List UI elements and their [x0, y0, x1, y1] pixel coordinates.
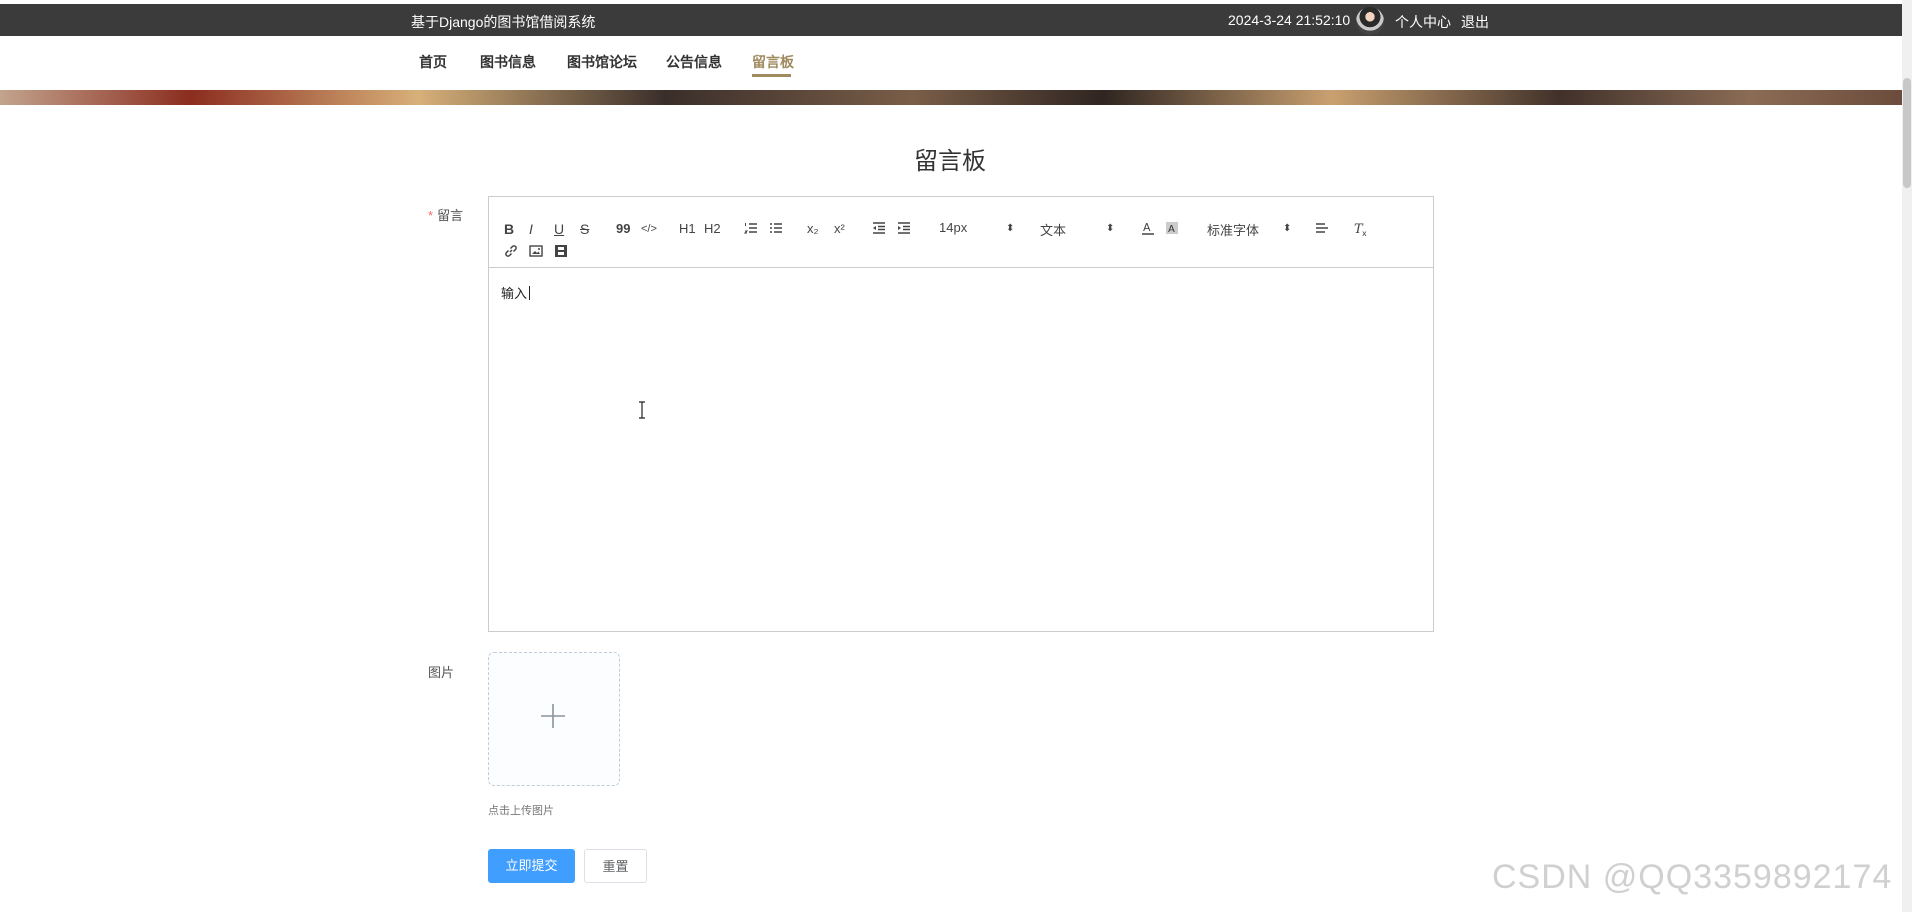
- required-mark: *: [428, 208, 434, 223]
- superscript-icon[interactable]: x²: [834, 221, 845, 237]
- link-icon[interactable]: [504, 244, 518, 258]
- reset-button[interactable]: 重置: [584, 849, 647, 883]
- header-picker[interactable]: 文本: [1040, 220, 1066, 239]
- font-size-picker[interactable]: 14px: [939, 220, 967, 235]
- scrollbar-thumb[interactable]: [1903, 78, 1911, 188]
- nav-item-home[interactable]: 首页: [419, 52, 447, 72]
- upload-hint: 点击上传图片: [488, 805, 554, 817]
- nav-item-forum[interactable]: 图书馆论坛: [567, 52, 637, 72]
- rich-text-editor: B I U S 99 </> H1 H2 x₂ x² 14px ⬍ 文本 ⬍ A…: [488, 196, 1434, 632]
- editor-toolbar: B I U S 99 </> H1 H2 x₂ x² 14px ⬍ 文本 ⬍ A…: [489, 211, 1433, 268]
- editor-content[interactable]: 输入: [501, 283, 531, 302]
- outdent-icon[interactable]: [872, 221, 886, 235]
- bullet-list-icon[interactable]: [769, 221, 783, 235]
- image-label: 图片: [428, 665, 455, 680]
- subscript-icon[interactable]: x₂: [807, 221, 819, 237]
- nav-item-notices[interactable]: 公告信息: [666, 52, 722, 72]
- font-family-picker[interactable]: 标准字体: [1207, 220, 1259, 239]
- bold-icon[interactable]: B: [504, 221, 514, 237]
- underline-icon[interactable]: U: [554, 221, 564, 237]
- italic-icon[interactable]: I: [529, 221, 533, 237]
- font-size-caret-icon: ⬍: [1006, 223, 1015, 234]
- nav-item-books[interactable]: 图书信息: [480, 52, 536, 72]
- message-label: * 留言: [428, 205, 463, 224]
- svg-text:A: A: [1143, 221, 1151, 234]
- ordered-list-icon[interactable]: [744, 221, 758, 235]
- image-icon[interactable]: [529, 244, 543, 258]
- svg-text:A: A: [1168, 224, 1175, 235]
- image-upload-box[interactable]: [488, 652, 620, 786]
- top-bar: 基于Django的图书馆借阅系统 2024-3-24 21:52:10 个人中心…: [0, 4, 1902, 36]
- logout-link[interactable]: 退出: [1461, 12, 1489, 32]
- text-caret: [529, 286, 531, 300]
- editor-text: 输入: [501, 286, 528, 301]
- plus-icon: [541, 704, 565, 728]
- ibeam-cursor-icon: [639, 401, 645, 419]
- clear-format-icon[interactable]: Tx: [1353, 221, 1369, 237]
- submit-button[interactable]: 立即提交: [488, 849, 575, 883]
- nav-active-indicator: [752, 74, 791, 77]
- watermark-text: CSDN @QQ3359892174: [1492, 858, 1893, 896]
- font-family-caret-icon: ⬍: [1283, 223, 1292, 234]
- header-caret-icon: ⬍: [1106, 223, 1115, 234]
- code-icon[interactable]: </>: [641, 221, 657, 237]
- nav-item-message-board[interactable]: 留言板: [752, 52, 794, 72]
- user-center-link[interactable]: 个人中心: [1395, 12, 1451, 32]
- indent-icon[interactable]: [897, 221, 911, 235]
- font-color-icon[interactable]: A: [1141, 220, 1155, 236]
- background-color-icon[interactable]: A: [1165, 220, 1179, 236]
- video-icon[interactable]: [554, 244, 568, 258]
- h1-icon[interactable]: H1: [679, 221, 696, 237]
- h2-icon[interactable]: H2: [704, 221, 721, 237]
- strike-icon[interactable]: S: [580, 221, 589, 237]
- message-label-text: 留言: [437, 208, 464, 223]
- page-title: 留言板: [914, 148, 986, 175]
- user-avatar[interactable]: [1356, 7, 1384, 35]
- banner-image: [0, 90, 1902, 105]
- svg-text:x: x: [1362, 229, 1367, 237]
- quote-icon[interactable]: 99: [616, 221, 630, 237]
- align-icon[interactable]: [1315, 221, 1329, 235]
- site-title: 基于Django的图书馆借阅系统: [411, 14, 596, 30]
- current-datetime: 2024-3-24 21:52:10: [1228, 12, 1351, 28]
- main-nav: 首页 图书信息 图书馆论坛 公告信息 留言板: [0, 36, 1902, 90]
